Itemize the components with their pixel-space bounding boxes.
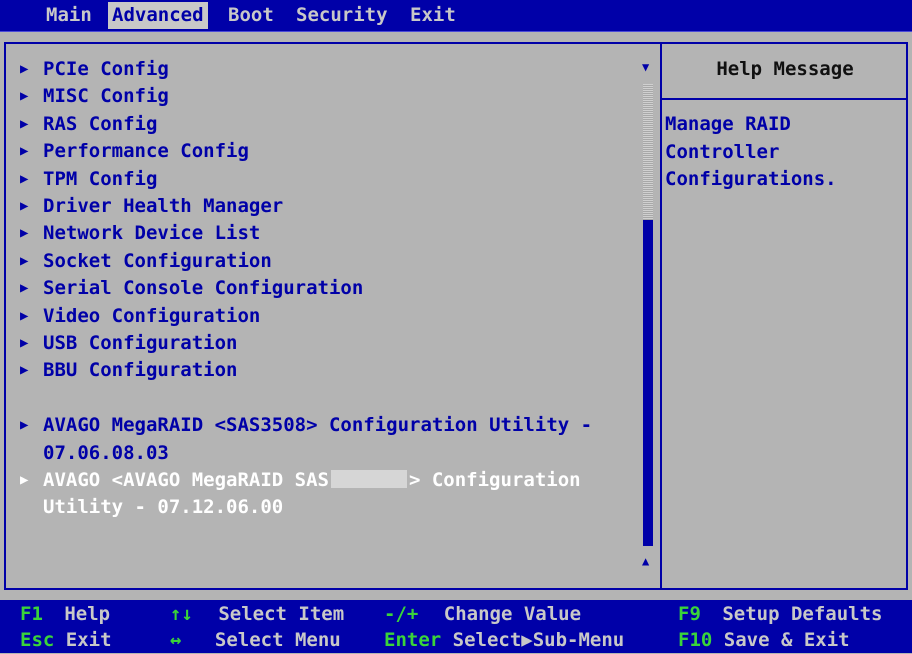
menu-item-tpm-config[interactable]: ▶ TPM Config bbox=[20, 166, 640, 193]
hint-key: Esc bbox=[20, 629, 55, 651]
submenu-arrow-icon: ▶ bbox=[20, 335, 29, 352]
menu-item-label-line2: Utility - 07.12.06.00 bbox=[43, 496, 284, 519]
hint-text: Exit bbox=[65, 629, 112, 651]
menu-item-label: PCIe Config bbox=[43, 58, 169, 80]
menu-item-label: Video Configuration bbox=[43, 304, 261, 327]
hint-key: Enter bbox=[384, 629, 442, 651]
hint-exit: Esc Exit bbox=[20, 627, 112, 654]
key-hints-bar: F1 Help ↑↓ Select Item -/+ Change Value … bbox=[0, 600, 912, 653]
hint-help: F1 Help bbox=[20, 601, 110, 628]
menu-item-label-suffix: > Configuration bbox=[408, 469, 581, 492]
menu-item-label: BBU Configuration bbox=[43, 359, 238, 382]
hint-select-menu: ↔ Select Menu bbox=[170, 627, 341, 654]
menu-item-usb-configuration[interactable]: ▶ USB Configuration bbox=[20, 330, 640, 357]
hint-select-item: ↑↓ Select Item bbox=[170, 601, 344, 628]
menu-item-video-configuration[interactable]: ▶ Video Configuration bbox=[20, 303, 640, 330]
hint-key: F9 bbox=[678, 603, 701, 625]
menu-bar: Main Advanced Boot Security Exit bbox=[0, 0, 912, 32]
hint-text: Setup Defaults bbox=[722, 603, 883, 625]
submenu-arrow-icon: ▶ bbox=[20, 225, 29, 242]
menu-item-label: USB Configuration bbox=[43, 332, 238, 355]
menu-item-serial-console-configuration[interactable]: ▶ Serial Console Configuration bbox=[20, 275, 640, 302]
help-title-separator bbox=[662, 98, 908, 100]
hint-key: F10 bbox=[678, 629, 713, 651]
scrollbar-thumb[interactable] bbox=[643, 84, 653, 220]
submenu-arrow-icon: ▶ bbox=[20, 252, 29, 269]
menu-item-network-device-list[interactable]: ▶ Network Device List bbox=[20, 220, 640, 247]
menu-item-label: Driver Health Manager bbox=[43, 195, 284, 218]
up-down-arrow-icon: ↑↓ bbox=[170, 603, 193, 625]
menu-item-label-prefix: AVAGO <AVAGO MegaRAID SAS bbox=[43, 469, 329, 492]
hint-select-submenu: Enter Select▶Sub-Menu bbox=[384, 627, 624, 654]
submenu-arrow-icon: ▶ bbox=[20, 61, 29, 77]
menu-item-label: MISC Config bbox=[43, 85, 169, 108]
submenu-arrow-icon: ▶ bbox=[20, 362, 29, 379]
hint-text: Select Item bbox=[218, 603, 345, 625]
hint-text: Change Value bbox=[443, 603, 582, 625]
menu-item-label: Serial Console Configuration bbox=[43, 277, 364, 300]
menu-item-driver-health-manager[interactable]: ▶ Driver Health Manager bbox=[20, 193, 640, 220]
hint-text: Select Menu bbox=[214, 629, 341, 651]
menu-item-bbu-configuration[interactable]: ▶ BBU Configuration bbox=[20, 357, 640, 384]
menu-item-label-line2: 07.06.08.03 bbox=[43, 441, 169, 464]
scroll-up-icon[interactable]: ▲ bbox=[642, 554, 649, 568]
hint-text: Save & Exit bbox=[723, 629, 850, 651]
hint-change-value: -/+ Change Value bbox=[384, 601, 581, 628]
menu-item-label: TPM Config bbox=[43, 167, 158, 190]
left-right-arrow-icon: ↔ bbox=[170, 629, 182, 651]
tab-security[interactable]: Security bbox=[292, 2, 392, 29]
hint-key: -/+ bbox=[384, 603, 419, 625]
tab-exit[interactable]: Exit bbox=[406, 2, 460, 29]
menu-item-performance-config[interactable]: ▶ Performance Config bbox=[20, 138, 640, 165]
menu-item-ras-config[interactable]: ▶ RAS Config bbox=[20, 111, 640, 138]
tab-main[interactable]: Main bbox=[42, 2, 96, 29]
menu-item-label: Socket Configuration bbox=[43, 249, 272, 272]
menu-item-label-line1: AVAGO MegaRAID <SAS3508> Configuration U… bbox=[43, 414, 593, 437]
submenu-arrow-icon: ▶ bbox=[20, 88, 29, 105]
menu-item-pcie-config[interactable]: ▶ PCIe Config bbox=[20, 56, 640, 83]
hint-text: Help bbox=[64, 603, 111, 625]
submenu-arrow-icon: ▶ bbox=[20, 472, 29, 489]
menu-item-misc-config[interactable]: ▶ MISC Config bbox=[20, 83, 640, 110]
submenu-arrow-icon: ▶ bbox=[20, 307, 29, 324]
tab-advanced[interactable]: Advanced bbox=[108, 2, 208, 29]
menu-item-label: Performance Config bbox=[43, 140, 249, 163]
menu-item-avago-megaraid-sas3508-utility[interactable]: ▶ AVAGO MegaRAID <SAS3508> Configuration… bbox=[20, 412, 640, 467]
submenu-arrow-icon: ▶ bbox=[20, 198, 29, 215]
submenu-arrow-icon: ▶ bbox=[20, 143, 29, 160]
menu-item-label-line1: AVAGO <AVAGO MegaRAID SAS > Configuration bbox=[43, 467, 640, 494]
hint-save-exit: F10 Save & Exit bbox=[678, 627, 850, 654]
menu-spacer bbox=[20, 385, 640, 412]
submenu-arrow-icon: ▶ bbox=[20, 170, 29, 187]
hint-key: F1 bbox=[20, 603, 43, 625]
settings-menu: ▶ PCIe Config ▶ MISC Config ▶ RAS Config… bbox=[20, 56, 640, 522]
menu-item-label: RAS Config bbox=[43, 112, 158, 135]
menu-item-socket-configuration[interactable]: ▶ Socket Configuration bbox=[20, 248, 640, 275]
panel-divider bbox=[660, 42, 662, 590]
submenu-arrow-icon: ▶ bbox=[20, 115, 29, 132]
hint-setup-defaults: F9 Setup Defaults bbox=[678, 601, 883, 628]
scroll-down-icon[interactable]: ▼ bbox=[642, 60, 649, 74]
hint-text: Select▶Sub-Menu bbox=[452, 629, 625, 651]
redacted-model-box bbox=[330, 470, 407, 489]
submenu-arrow-icon: ▶ bbox=[20, 280, 29, 297]
help-panel-title: Help Message bbox=[716, 58, 854, 80]
help-panel-text: Manage RAID Controller Configurations. bbox=[665, 113, 837, 190]
submenu-arrow-icon: ▶ bbox=[20, 417, 29, 434]
menu-item-avago-megaraid-sas-utility[interactable]: ▶ AVAGO <AVAGO MegaRAID SAS > Configurati… bbox=[20, 467, 640, 522]
tab-boot[interactable]: Boot bbox=[224, 2, 278, 29]
menu-item-label: Network Device List bbox=[43, 222, 261, 245]
